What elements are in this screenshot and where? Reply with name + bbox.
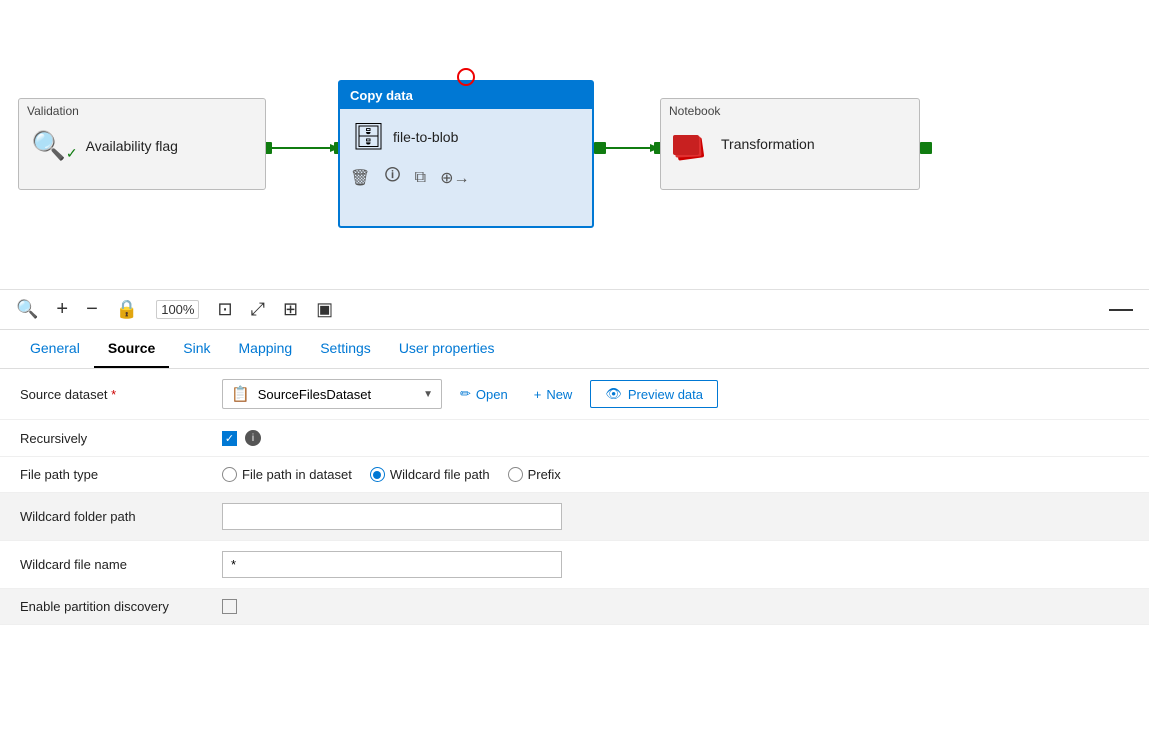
select-area-icon[interactable]: ⤢ <box>251 299 265 320</box>
file-path-type-label: File path type <box>20 467 210 482</box>
search-toolbar-icon[interactable]: 🔍 <box>16 299 38 320</box>
node-notebook[interactable]: Notebook Transformation <box>660 98 920 190</box>
copy-data-icon: 🗄 <box>352 121 385 152</box>
source-dataset-row: Source dataset * 📋 SourceFilesDataset ▼ … <box>0 369 1149 420</box>
tab-settings[interactable]: Settings <box>306 330 385 368</box>
enable-partition-checkbox[interactable] <box>222 599 237 614</box>
node-validation-title: Validation <box>19 99 265 121</box>
dropdown-arrow-icon: ▼ <box>423 389 433 400</box>
node-validation-label: Availability flag <box>86 138 178 154</box>
preview-data-button[interactable]: 👁 Preview data <box>590 380 718 408</box>
node-notebook-title: Notebook <box>661 99 919 121</box>
dataset-file-icon: 📋 <box>231 385 250 403</box>
lock-icon[interactable]: 🔒 <box>116 299 138 320</box>
wildcard-folder-path-row: Wildcard folder path <box>0 493 1149 541</box>
dataset-controls: 📋 SourceFilesDataset ▼ ✏ Open + New 👁 Pr… <box>222 379 1129 409</box>
add-icon[interactable]: + <box>56 298 68 321</box>
tab-source[interactable]: Source <box>94 330 169 368</box>
zoom-level[interactable]: 100% <box>156 300 199 319</box>
recursively-checkbox[interactable]: ✓ <box>222 431 237 446</box>
preview-icon: 👁 <box>605 386 622 402</box>
auto-layout-icon[interactable]: ⊞ <box>283 299 298 320</box>
toolbar-divider <box>1109 309 1133 311</box>
enable-partition-row: Enable partition discovery <box>0 589 1149 625</box>
new-button[interactable]: + New <box>526 382 581 407</box>
recursively-row: Recursively ✓ i <box>0 420 1149 457</box>
source-dataset-dropdown[interactable]: 📋 SourceFilesDataset ▼ <box>222 379 442 409</box>
canvas-toolbar: 🔍 + − 🔒 100% ⊡ ⤢ ⊞ ▣ <box>0 290 1149 330</box>
wildcard-file-name-row: Wildcard file name <box>0 541 1149 589</box>
pencil-icon: ✏ <box>460 386 471 402</box>
validation-icon: 🔍✓ <box>31 129 78 162</box>
radio-circle-file-path[interactable] <box>222 467 237 482</box>
radio-file-path-in-dataset[interactable]: File path in dataset <box>222 467 352 482</box>
wildcard-folder-path-input[interactable] <box>222 503 562 530</box>
notebook-stack-icon <box>673 129 707 159</box>
minus-icon[interactable]: − <box>86 298 98 321</box>
file-path-type-radio-group: File path in dataset Wildcard file path … <box>222 467 561 482</box>
tab-mapping[interactable]: Mapping <box>225 330 307 368</box>
open-button[interactable]: ✏ Open <box>452 381 516 407</box>
layers-icon[interactable]: ▣ <box>316 299 333 320</box>
pipeline-canvas[interactable]: Validation 🔍✓ Availability flag Copy dat… <box>0 0 1149 290</box>
wildcard-file-name-input[interactable] <box>222 551 562 578</box>
delete-node-icon[interactable]: 🗑 <box>350 168 370 188</box>
properties-panel: Source dataset * 📋 SourceFilesDataset ▼ … <box>0 369 1149 625</box>
red-circle-indicator <box>457 68 475 86</box>
radio-circle-prefix[interactable] <box>508 467 523 482</box>
node-copy-title: Copy data <box>340 82 592 109</box>
node-copy-icon[interactable]: ⧉ <box>415 169 426 187</box>
recursively-info-icon[interactable]: i <box>245 430 261 446</box>
node-copy-label: file-to-blob <box>393 129 458 145</box>
recursively-label: Recursively <box>20 431 210 446</box>
node-info-icon[interactable]: 🛈 <box>384 164 400 191</box>
tab-general[interactable]: General <box>16 330 94 368</box>
property-tabs: General Source Sink Mapping Settings Use… <box>0 330 1149 369</box>
node-notebook-label: Transformation <box>721 136 815 152</box>
radio-circle-wildcard[interactable] <box>370 467 385 482</box>
tab-user-properties[interactable]: User properties <box>385 330 509 368</box>
source-dataset-value: SourceFilesDataset <box>258 387 415 402</box>
enable-partition-label: Enable partition discovery <box>20 599 210 614</box>
node-validation[interactable]: Validation 🔍✓ Availability flag <box>18 98 266 190</box>
wildcard-folder-path-label: Wildcard folder path <box>20 509 210 524</box>
tab-sink[interactable]: Sink <box>169 330 224 368</box>
node-add-successor-icon[interactable]: ⊕→ <box>440 168 469 188</box>
source-dataset-label: Source dataset * <box>20 387 210 402</box>
fit-screen-icon[interactable]: ⊡ <box>217 299 232 320</box>
node-copy[interactable]: Copy data 🗄 file-to-blob 🗑 🛈 ⧉ ⊕→ <box>338 80 594 228</box>
file-path-type-row: File path type File path in dataset Wild… <box>0 457 1149 493</box>
wildcard-file-name-label: Wildcard file name <box>20 557 210 572</box>
radio-prefix[interactable]: Prefix <box>508 467 561 482</box>
recursively-controls: ✓ i <box>222 430 261 446</box>
radio-wildcard-file-path[interactable]: Wildcard file path <box>370 467 490 482</box>
plus-new-icon: + <box>534 387 542 402</box>
node-copy-actions: 🗑 🛈 ⧉ ⊕→ <box>340 160 592 195</box>
